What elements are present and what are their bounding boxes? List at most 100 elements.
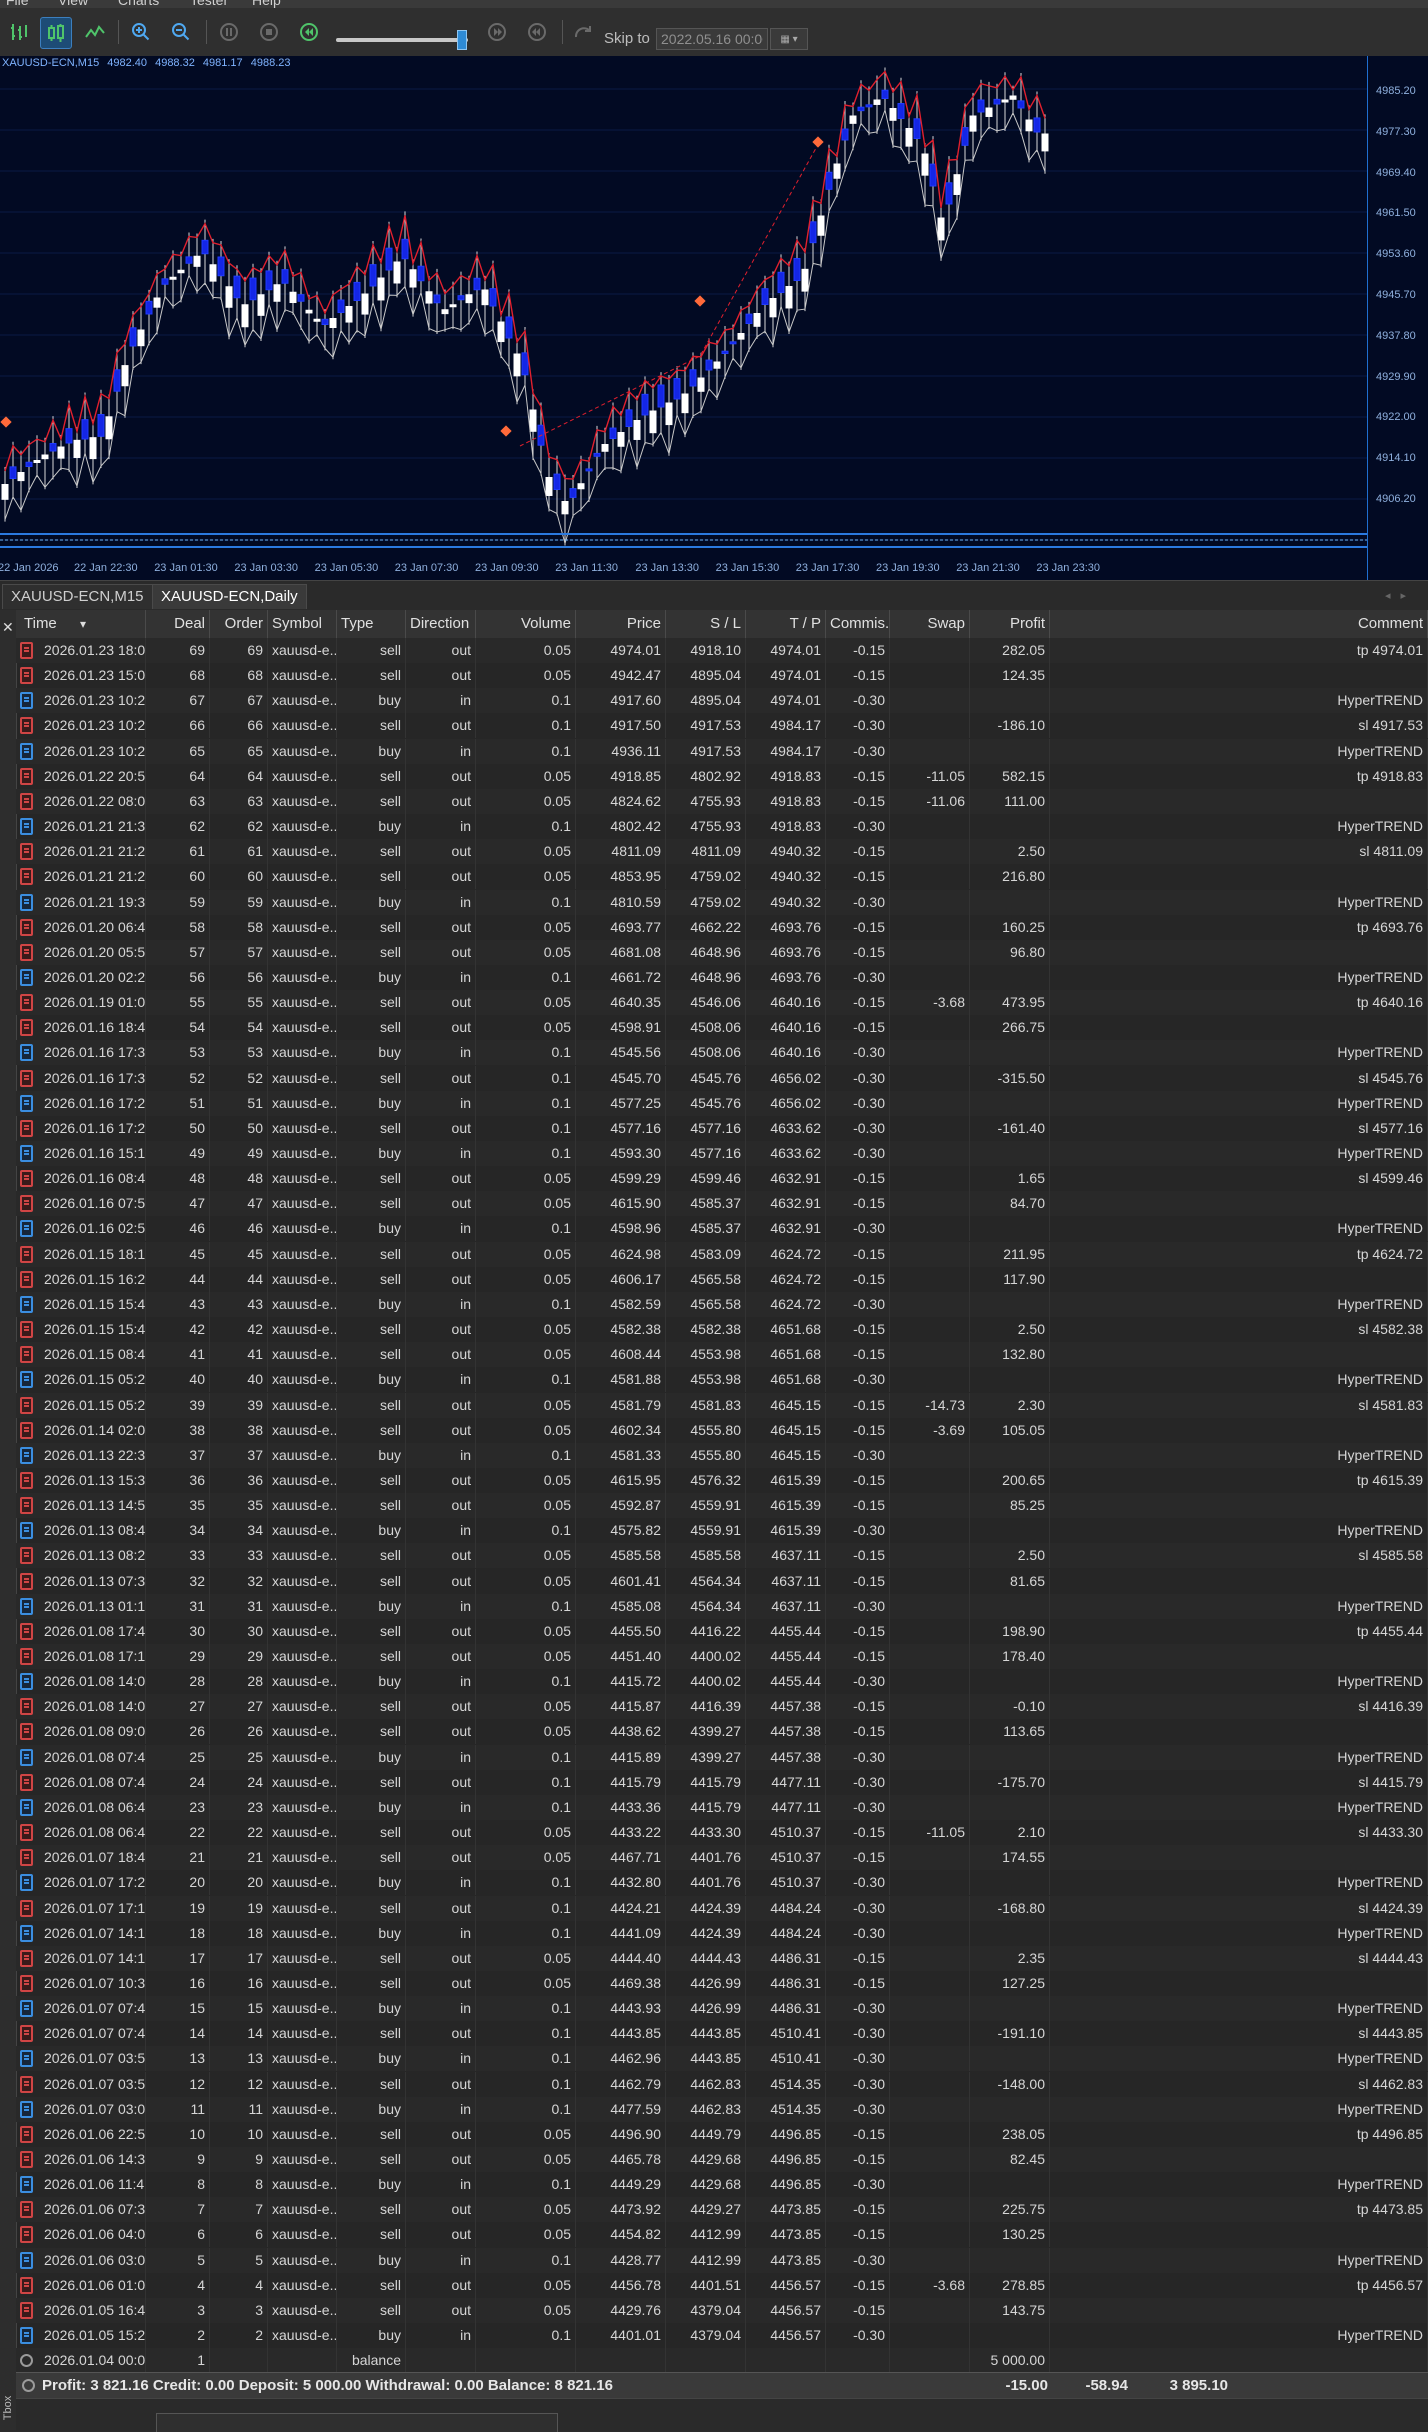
table-row[interactable]: 2026.01.16 17:3... 52 52 xauusd-e... sell out…	[16, 1065, 1428, 1091]
menu-item-charts[interactable]: Charts	[118, 0, 159, 8]
zoom-out-icon[interactable]	[166, 17, 196, 47]
menu-item-help[interactable]: Help	[252, 0, 281, 8]
line-chart-icon[interactable]	[80, 17, 110, 47]
table-row[interactable]: 2026.01.13 01:1... 31 31 xauusd-e... buy in 0.…	[16, 1593, 1428, 1619]
table-row[interactable]: 2026.01.07 03:0... 11 11 xauusd-e... buy in 0.…	[16, 2096, 1428, 2122]
table-row[interactable]: 2026.01.13 15:3... 36 36 xauusd-e... sell out…	[16, 1467, 1428, 1493]
column-header-comment[interactable]: Comment	[1050, 610, 1428, 638]
bar-chart-icon[interactable]	[4, 17, 34, 47]
table-row[interactable]: 2026.01.07 03:5... 12 12 xauusd-e... sell out…	[16, 2071, 1428, 2097]
rewind-icon[interactable]	[294, 17, 324, 47]
table-row[interactable]: 2026.01.16 17:2... 50 50 xauusd-e... sell out…	[16, 1115, 1428, 1141]
table-row[interactable]: 2026.01.08 06:4... 23 23 xauusd-e... buy in 0.…	[16, 1794, 1428, 1820]
column-header-price[interactable]: Price	[576, 610, 666, 638]
column-header-type[interactable]: Type	[337, 610, 406, 638]
column-header-symbol[interactable]: Symbol	[268, 610, 337, 638]
column-header-deal[interactable]: Deal	[146, 610, 210, 638]
table-row[interactable]: 2026.01.07 14:1... 18 18 xauusd-e... buy in 0.…	[16, 1920, 1428, 1946]
table-row[interactable]: 2026.01.15 15:4... 42 42 xauusd-e... sell out…	[16, 1317, 1428, 1343]
column-header-order[interactable]: Order	[210, 610, 268, 638]
column-header-volume[interactable]: Volume	[476, 610, 576, 638]
zoom-in-icon[interactable]	[126, 17, 156, 47]
table-row[interactable]: 2026.01.06 01:0... 4 4 xauusd-e... sell out 0.…	[16, 2272, 1428, 2298]
table-row[interactable]: 2026.01.16 15:1... 49 49 xauusd-e... buy in 0.…	[16, 1141, 1428, 1166]
stop-icon[interactable]	[254, 17, 284, 47]
table-row[interactable]: 2026.01.08 07:4... 24 24 xauusd-e... sell out…	[16, 1769, 1428, 1795]
table-row[interactable]: 2026.01.07 17:1... 19 19 xauusd-e... sell out…	[16, 1895, 1428, 1921]
table-row[interactable]: 2026.01.16 17:2... 51 51 xauusd-e... buy in 0.…	[16, 1090, 1428, 1116]
table-row[interactable]: 2026.01.19 01:0... 55 55 xauusd-e... sell out…	[16, 990, 1428, 1016]
column-header-direction[interactable]: Direction	[406, 610, 476, 638]
table-row[interactable]: 2026.01.22 20:5... 64 64 xauusd-e... sell out…	[16, 763, 1428, 789]
table-row[interactable]: 2026.01.06 14:3... 9 9 xauusd-e... sell out 0.…	[16, 2147, 1428, 2172]
tab-chart-m15[interactable]: XAUUSD-ECN,M15	[2, 584, 153, 609]
candlestick-icon[interactable]	[40, 17, 72, 49]
table-row[interactable]: 2026.01.08 17:4... 30 30 xauusd-e... sell out…	[16, 1618, 1428, 1644]
table-row[interactable]: 2026.01.23 18:0... 69 69 xauusd-e... sell out…	[16, 638, 1428, 663]
table-row[interactable]: 2026.01.08 09:0... 26 26 xauusd-e... sell out…	[16, 1719, 1428, 1745]
tab-chart-daily[interactable]: XAUUSD-ECN,Daily	[152, 584, 307, 609]
tab-scroll-arrows[interactable]: ◂▸	[1385, 589, 1416, 602]
table-row[interactable]: 2026.01.20 05:5... 57 57 xauusd-e... sell out…	[16, 939, 1428, 965]
table-row[interactable]: 2026.01.15 16:2... 44 44 xauusd-e... sell out…	[16, 1266, 1428, 1292]
sort-desc-icon[interactable]: ▾	[80, 610, 86, 638]
column-header-profit[interactable]: Profit	[970, 610, 1050, 638]
menu-item-view[interactable]: View	[58, 0, 88, 8]
table-row[interactable]: 2026.01.07 10:3... 16 16 xauusd-e... sell out…	[16, 1970, 1428, 1996]
table-row[interactable]: 2026.01.21 19:3... 59 59 xauusd-e... buy in 0.…	[16, 889, 1428, 915]
table-row[interactable]: 2026.01.06 11:4... 8 8 xauusd-e... buy in 0.1 4…	[16, 2172, 1428, 2198]
table-row[interactable]: 2026.01.21 21:2... 60 60 xauusd-e... sell out…	[16, 864, 1428, 890]
table-row[interactable]: 2026.01.13 08:4... 34 34 xauusd-e... buy in 0.…	[16, 1518, 1428, 1544]
skip-date-input[interactable]	[656, 28, 768, 50]
table-row[interactable]: 2026.01.23 10:2... 65 65 xauusd-e... buy in 0.…	[16, 738, 1428, 764]
table-row[interactable]: 2026.01.15 05:2... 40 40 xauusd-e... buy in 0.…	[16, 1367, 1428, 1393]
table-row[interactable]: 2026.01.16 02:5... 46 46 xauusd-e... buy in 0.…	[16, 1216, 1428, 1242]
table-row[interactable]: 2026.01.16 17:3... 53 53 xauusd-e... buy in 0.…	[16, 1040, 1428, 1066]
table-row[interactable]: 2026.01.06 07:3... 7 7 xauusd-e... sell out 0.…	[16, 2197, 1428, 2223]
table-row[interactable]: 2026.01.16 18:4... 54 54 xauusd-e... sell out…	[16, 1015, 1428, 1041]
table-row[interactable]: 2026.01.07 03:5... 13 13 xauusd-e... buy in 0.…	[16, 2046, 1428, 2072]
table-row[interactable]: 2026.01.08 14:0... 28 28 xauusd-e... buy in 0.…	[16, 1669, 1428, 1695]
table-row[interactable]: 2026.01.08 06:4... 22 22 xauusd-e... sell out…	[16, 1820, 1428, 1846]
speed-slider-thumb[interactable]	[457, 30, 468, 50]
table-row[interactable]: 2026.01.21 21:2... 61 61 xauusd-e... sell out…	[16, 839, 1428, 865]
column-header-swap[interactable]: Swap	[890, 610, 970, 638]
menu-item-file[interactable]: File	[6, 0, 29, 8]
menu-item-tester[interactable]: Tester	[190, 0, 228, 8]
price-chart[interactable]: XAUUSD-ECN,M15 4982.40 4988.32 4981.17 4…	[0, 56, 1428, 580]
table-row[interactable]: 2026.01.13 22:3... 37 37 xauusd-e... buy in 0.…	[16, 1442, 1428, 1468]
table-row[interactable]: 2026.01.05 16:4... 3 3 xauusd-e... sell out 0.…	[16, 2297, 1428, 2323]
column-header-t-p[interactable]: T / P	[746, 610, 826, 638]
table-row[interactable]: 2026.01.08 07:4... 25 25 xauusd-e... buy in 0.…	[16, 1744, 1428, 1770]
column-header-commis[interactable]: Commis...	[826, 610, 890, 638]
table-row[interactable]: 2026.01.16 08:4... 48 48 xauusd-e... sell out…	[16, 1166, 1428, 1192]
table-row[interactable]: 2026.01.13 07:3... 32 32 xauusd-e... sell out…	[16, 1568, 1428, 1594]
table-row[interactable]: 2026.01.23 10:2... 66 66 xauusd-e... sell out…	[16, 713, 1428, 739]
table-row[interactable]: 2026.01.16 07:5... 47 47 xauusd-e... sell out…	[16, 1191, 1428, 1217]
table-row[interactable]: 2026.01.14 02:0... 38 38 xauusd-e... sell out…	[16, 1417, 1428, 1443]
table-row[interactable]: 2026.01.07 07:4... 14 14 xauusd-e... sell out…	[16, 2021, 1428, 2047]
table-row[interactable]: 2026.01.06 04:0... 6 6 xauusd-e... sell out 0.…	[16, 2222, 1428, 2248]
table-row[interactable]: 2026.01.15 08:4... 41 41 xauusd-e... sell out…	[16, 1342, 1428, 1368]
close-icon[interactable]: ✕	[2, 619, 14, 636]
step-forward-icon[interactable]	[482, 17, 512, 47]
table-row[interactable]: 2026.01.07 18:4... 21 21 xauusd-e... sell out…	[16, 1845, 1428, 1871]
table-row[interactable]: 2026.01.22 08:0... 63 63 xauusd-e... sell out…	[16, 788, 1428, 814]
bottom-tab[interactable]	[156, 2413, 558, 2432]
table-row[interactable]: 2026.01.13 08:2... 33 33 xauusd-e... sell out…	[16, 1543, 1428, 1569]
table-row[interactable]: 2026.01.06 03:0... 5 5 xauusd-e... buy in 0.1 4…	[16, 2247, 1428, 2273]
speed-slider-track[interactable]	[336, 38, 468, 42]
table-row[interactable]: 2026.01.13 14:5... 35 35 xauusd-e... sell out…	[16, 1493, 1428, 1519]
table-row[interactable]: 2026.01.05 15:2... 2 2 xauusd-e... buy in 0.1 4…	[16, 2323, 1428, 2349]
table-row[interactable]: 2026.01.20 06:4... 58 58 xauusd-e... sell out…	[16, 914, 1428, 940]
table-row[interactable]: 2026.01.08 17:1... 29 29 xauusd-e... sell out…	[16, 1644, 1428, 1669]
pause-icon[interactable]	[214, 17, 244, 47]
table-row[interactable]: 2026.01.07 14:1... 17 17 xauusd-e... sell out…	[16, 1945, 1428, 1971]
table-row[interactable]: 2026.01.21 21:3... 62 62 xauusd-e... buy in 0.…	[16, 814, 1428, 840]
table-row[interactable]: 2026.01.04 00:0... 1 balance 5 000.00	[16, 2348, 1428, 2374]
table-row[interactable]: 2026.01.15 18:1... 45 45 xauusd-e... sell out…	[16, 1241, 1428, 1267]
table-row[interactable]: 2026.01.07 17:2... 20 20 xauusd-e... buy in 0.…	[16, 1870, 1428, 1896]
table-row[interactable]: 2026.01.15 15:4... 43 43 xauusd-e... buy in 0.…	[16, 1291, 1428, 1317]
step-backward-icon[interactable]	[522, 17, 552, 47]
table-row[interactable]: 2026.01.15 05:2... 39 39 xauusd-e... sell out…	[16, 1392, 1428, 1418]
